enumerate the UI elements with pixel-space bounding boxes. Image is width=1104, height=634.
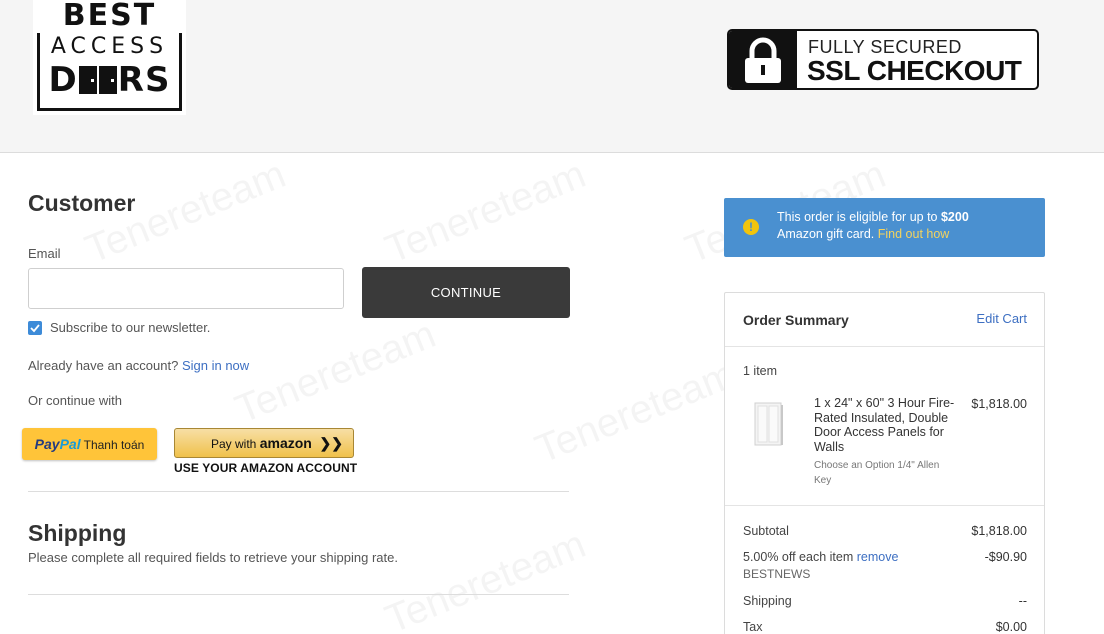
account-prompt: Already have an account? Sign in now xyxy=(28,358,249,373)
gift-card-text: This order is eligible for up to xyxy=(777,210,938,224)
discount-value: -$90.90 xyxy=(984,550,1027,564)
item-count: 1 item xyxy=(743,364,778,378)
continue-button[interactable]: CONTINUE xyxy=(362,267,570,318)
paypal-logo-pal: Pal xyxy=(59,436,81,452)
gift-card-text2: Amazon gift card. xyxy=(777,227,875,241)
logo-text-line3: D RS xyxy=(33,60,186,100)
amazon-gift-card-banner: ! This order is eligible for up to $200 … xyxy=(724,198,1045,257)
summary-divider xyxy=(725,346,1044,347)
amazon-pay-button[interactable]: Pay with amazon ❯❯ xyxy=(174,428,354,458)
subtotal-value: $1,818.00 xyxy=(971,524,1027,538)
paypal-button-text: Thanh toán xyxy=(83,438,145,452)
shipping-heading: Shipping xyxy=(28,520,127,546)
section-divider xyxy=(28,594,569,595)
order-summary-panel: Order Summary Edit Cart 1 item 1 x 24" x… xyxy=(724,292,1045,634)
amazon-caption: USE YOUR AMAZON ACCOUNT xyxy=(174,461,358,475)
ssl-checkout-badge: FULLY SECURED SSL CHECKOUT xyxy=(727,29,1039,90)
email-label: Email xyxy=(28,246,61,261)
gift-card-text-line1: This order is eligible for up to $200 xyxy=(777,210,969,224)
logo-letter-d: D xyxy=(48,60,78,100)
watermark: Tenereteam xyxy=(229,312,442,433)
checkmark-icon xyxy=(30,324,40,333)
coupon-code: BESTNEWS xyxy=(743,567,811,581)
section-divider xyxy=(28,491,569,492)
email-field[interactable] xyxy=(28,268,344,309)
ssl-badge-main-text: SSL CHECKOUT xyxy=(807,55,1022,86)
product-thumbnail xyxy=(754,402,784,446)
checkout-page: Tenereteam Tenereteam Tenereteam Teneret… xyxy=(0,0,1104,634)
gift-card-amount: $200 xyxy=(940,210,969,224)
subtotal-label: Subtotal xyxy=(743,524,789,538)
shipping-value: -- xyxy=(1018,594,1027,608)
paypal-button[interactable]: PayPal Thanh toán xyxy=(22,428,157,460)
discount-row: 5.00% off each item remove xyxy=(743,550,898,564)
logo-text-line1: BEST xyxy=(33,0,186,33)
newsletter-label: Subscribe to our newsletter. xyxy=(50,320,211,335)
paypal-logo-pay: Pay xyxy=(34,436,60,452)
door-icon xyxy=(98,66,117,94)
header: BEST ACCESS D RS FULLY SECURED SSL CHECKO… xyxy=(0,0,1104,153)
product-price: $1,818.00 xyxy=(971,397,1027,411)
discount-label: 5.00% off each item xyxy=(743,550,854,564)
or-continue-text: Or continue with xyxy=(28,393,122,408)
store-logo[interactable]: BEST ACCESS D RS xyxy=(33,0,186,115)
watermark: Tenereteam xyxy=(529,352,742,473)
amazon-pay-prefix: Pay with xyxy=(211,437,257,451)
customer-heading: Customer xyxy=(28,190,136,216)
door-icon xyxy=(78,66,97,94)
account-prompt-text: Already have an account? xyxy=(28,358,179,373)
order-summary-title: Order Summary xyxy=(743,312,849,328)
gift-card-text-line2: Amazon gift card. Find out how xyxy=(777,227,949,241)
amazon-logo: amazon xyxy=(259,435,312,451)
remove-discount-link[interactable]: remove xyxy=(857,550,899,564)
watermark: Tenereteam xyxy=(379,152,592,273)
tax-label: Tax xyxy=(743,620,763,634)
shipping-note: Please complete all required fields to r… xyxy=(28,550,398,565)
find-out-how-link[interactable]: Find out how xyxy=(878,227,950,241)
shipping-label: Shipping xyxy=(743,594,792,608)
summary-divider xyxy=(725,505,1044,506)
logo-letters-rs: RS xyxy=(117,60,171,100)
double-chevron-icon: ❯❯ xyxy=(319,435,343,451)
info-icon: ! xyxy=(743,219,759,235)
newsletter-checkbox[interactable] xyxy=(28,321,42,335)
edit-cart-link[interactable]: Edit Cart xyxy=(976,311,1027,326)
lock-icon xyxy=(729,31,797,88)
watermark: Tenereteam xyxy=(379,522,592,634)
product-name: 1 x 24" x 60" 3 Hour Fire-Rated Insulate… xyxy=(814,396,955,454)
sign-in-link[interactable]: Sign in now xyxy=(182,358,249,373)
logo-text-line2: ACCESS xyxy=(50,34,169,59)
tax-value: $0.00 xyxy=(995,620,1027,634)
product-option: Choose an Option 1/4" Allen Key xyxy=(814,460,940,486)
